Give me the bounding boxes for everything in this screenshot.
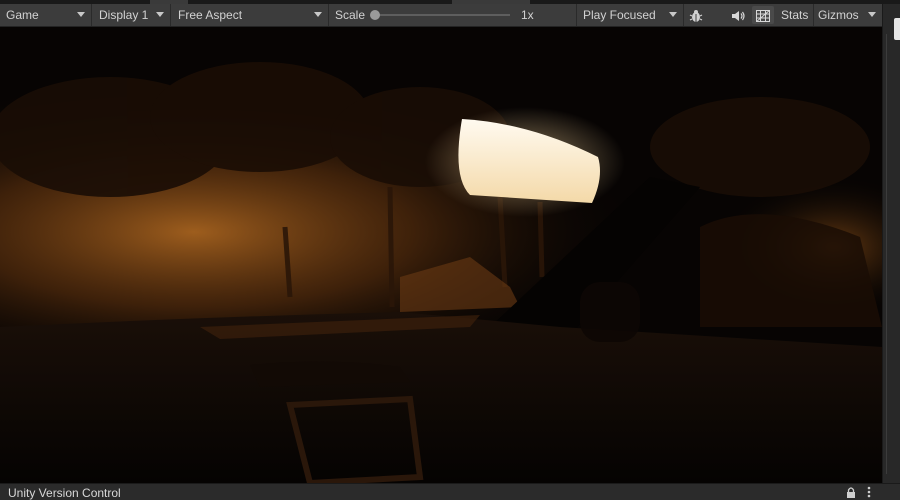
stats-button[interactable]: Stats: [781, 4, 808, 26]
chevron-down-icon: [77, 12, 85, 17]
play-mode-label: Play Focused: [583, 8, 656, 22]
inspector-panel-edge: [882, 4, 900, 484]
grid-icon: [755, 9, 771, 23]
bug-toggle-button[interactable]: [685, 6, 707, 24]
chevron-down-icon: [156, 12, 164, 17]
chevron-down-icon: [669, 12, 677, 17]
scale-slider-track[interactable]: [378, 14, 510, 16]
aspect-label: Free Aspect: [178, 8, 243, 22]
lock-icon[interactable]: [846, 486, 856, 499]
display-dropdown[interactable]: Display 1: [93, 4, 171, 26]
gizmo-grid-toggle[interactable]: [752, 6, 774, 24]
gizmos-dropdown[interactable]: Gizmos: [813, 4, 882, 26]
play-mode-dropdown[interactable]: Play Focused: [576, 4, 684, 26]
game-view-toolbar: Game Display 1 Free Aspect Scale 1x Play…: [0, 4, 882, 27]
display-label: Display 1: [99, 8, 149, 22]
version-control-panel-header: Unity Version Control: [0, 483, 900, 500]
mute-audio-button[interactable]: [727, 6, 749, 24]
aspect-dropdown[interactable]: Free Aspect: [172, 4, 329, 26]
inspector-tab[interactable]: [894, 18, 900, 40]
panel-title[interactable]: Unity Version Control: [8, 487, 121, 500]
game-render: [0, 27, 882, 483]
gizmos-label: Gizmos: [818, 8, 859, 22]
speaker-icon: [732, 10, 745, 21]
bug-icon: [689, 9, 703, 22]
view-mode-label: Game: [6, 8, 39, 22]
more-vertical-icon[interactable]: [864, 485, 874, 499]
scale-slider-handle[interactable]: [370, 10, 380, 20]
scale-value: 1x: [521, 8, 534, 22]
panel-scrollbar[interactable]: [886, 34, 887, 474]
scale-label: Scale: [335, 8, 366, 22]
view-mode-dropdown[interactable]: Game: [0, 4, 92, 26]
chevron-down-icon: [314, 12, 322, 17]
chevron-down-icon: [868, 12, 876, 17]
game-viewport[interactable]: [0, 27, 882, 483]
